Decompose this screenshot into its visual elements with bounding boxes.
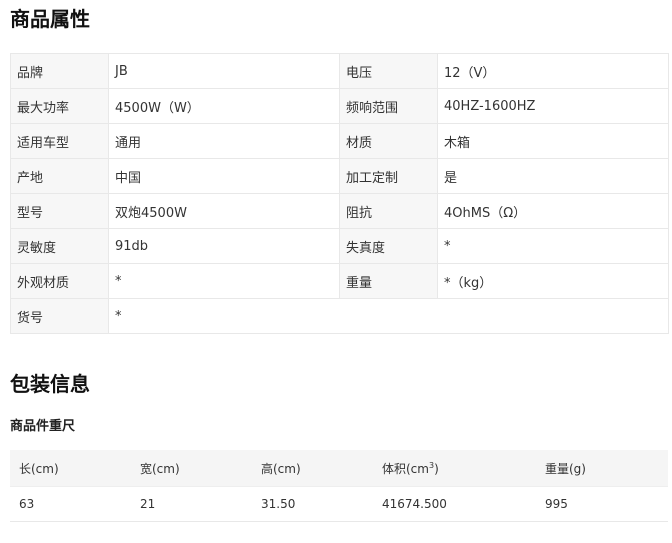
attribute-key: 适用车型 bbox=[10, 123, 109, 159]
attribute-value: 40HZ-1600HZ bbox=[437, 88, 669, 124]
attribute-key: 灵敏度 bbox=[10, 228, 109, 264]
volume-label: 体积(cm bbox=[382, 461, 429, 476]
attribute-key: 频响范围 bbox=[339, 88, 438, 124]
attribute-row: 产地 中国 加工定制 是 bbox=[10, 158, 669, 194]
attribute-value: 12（V） bbox=[437, 53, 669, 89]
attribute-value: 91db bbox=[108, 228, 340, 264]
attribute-row: 型号 双炮4500W 阻抗 4OhMS（Ω） bbox=[10, 193, 669, 229]
attribute-value: 4OhMS（Ω） bbox=[437, 193, 669, 229]
attribute-key: 失真度 bbox=[339, 228, 438, 264]
attributes-section-title: 商品属性 bbox=[10, 7, 90, 31]
attribute-row: 适用车型 通用 材质 木箱 bbox=[10, 123, 669, 159]
attribute-key: 产地 bbox=[10, 158, 109, 194]
attribute-value: 木箱 bbox=[437, 123, 669, 159]
attribute-row: 外观材质 * 重量 *（kg） bbox=[10, 263, 669, 299]
attribute-key: 型号 bbox=[10, 193, 109, 229]
packaging-header-row: 长(cm) 宽(cm) 高(cm) 体积(cm3) 重量(g) bbox=[10, 450, 668, 487]
packaging-table: 长(cm) 宽(cm) 高(cm) 体积(cm3) 重量(g) 63 21 31… bbox=[10, 450, 668, 522]
attribute-row: 灵敏度 91db 失真度 * bbox=[10, 228, 669, 264]
cell-width: 21 bbox=[131, 486, 252, 522]
table-row: 63 21 31.50 41674.500 995 bbox=[10, 486, 668, 522]
attribute-key: 加工定制 bbox=[339, 158, 438, 194]
column-header-weight: 重量(g) bbox=[536, 450, 668, 487]
attribute-value: * bbox=[437, 228, 669, 264]
attribute-value: * bbox=[108, 298, 669, 334]
cell-length: 63 bbox=[10, 486, 131, 522]
packaging-subtitle: 商品件重尺 bbox=[10, 419, 76, 434]
attribute-value: 中国 bbox=[108, 158, 340, 194]
cell-height: 31.50 bbox=[252, 486, 373, 522]
attribute-value: 是 bbox=[437, 158, 669, 194]
column-header-width: 宽(cm) bbox=[131, 450, 252, 487]
attribute-value: JB bbox=[108, 53, 340, 89]
attribute-key: 材质 bbox=[339, 123, 438, 159]
attribute-key: 重量 bbox=[339, 263, 438, 299]
attribute-key: 货号 bbox=[10, 298, 109, 334]
column-header-length: 长(cm) bbox=[10, 450, 131, 487]
attribute-value: 4500W（W） bbox=[108, 88, 340, 124]
attribute-row: 最大功率 4500W（W） 频响范围 40HZ-1600HZ bbox=[10, 88, 669, 124]
attribute-value: 通用 bbox=[108, 123, 340, 159]
product-detail-page: 商品属性 品牌 JB 电压 12（V） 最大功率 4500W（W） 频响范围 4… bbox=[0, 0, 672, 543]
attribute-key: 电压 bbox=[339, 53, 438, 89]
column-header-height: 高(cm) bbox=[252, 450, 373, 487]
attribute-key: 外观材质 bbox=[10, 263, 109, 299]
attribute-row: 货号 * bbox=[10, 298, 669, 334]
attribute-value: * bbox=[108, 263, 340, 299]
attribute-key: 阻抗 bbox=[339, 193, 438, 229]
column-header-volume: 体积(cm3) bbox=[373, 450, 536, 487]
attribute-value: 双炮4500W bbox=[108, 193, 340, 229]
cell-weight: 995 bbox=[536, 486, 668, 522]
attribute-key: 品牌 bbox=[10, 53, 109, 89]
volume-label-close: ) bbox=[434, 461, 439, 476]
attributes-table: 品牌 JB 电压 12（V） 最大功率 4500W（W） 频响范围 40HZ-1… bbox=[10, 53, 669, 334]
attribute-key: 最大功率 bbox=[10, 88, 109, 124]
cell-volume: 41674.500 bbox=[373, 486, 536, 522]
attribute-row: 品牌 JB 电压 12（V） bbox=[10, 53, 669, 89]
attribute-value: *（kg） bbox=[437, 263, 669, 299]
packaging-section-title: 包装信息 bbox=[10, 372, 90, 396]
